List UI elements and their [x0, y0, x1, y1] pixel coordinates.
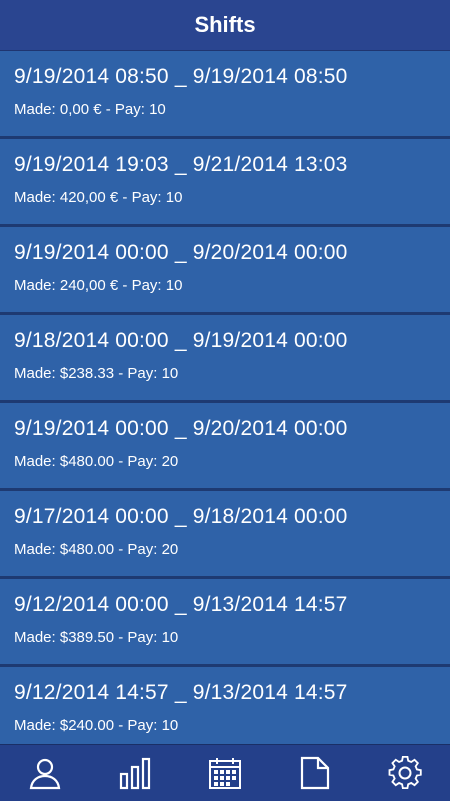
shift-list-item[interactable]: 9/19/2014 00:00 _ 9/20/2014 00:00 Made: … [0, 227, 450, 315]
gear-icon [388, 756, 422, 790]
document-icon [300, 756, 330, 790]
shift-earnings-summary: Made: $389.50 - Pay: 10 [14, 629, 179, 646]
shift-earnings-summary: Made: $480.00 - Pay: 20 [14, 453, 179, 470]
shift-list-item[interactable]: 9/12/2014 00:00 _ 9/13/2014 14:57 Made: … [0, 579, 450, 667]
shift-earnings-summary: Made: $238.33 - Pay: 10 [14, 365, 179, 382]
app-header: Shifts [0, 0, 450, 51]
shift-earnings-summary: Made: 0,00 € - Pay: 10 [14, 101, 166, 118]
shift-date-range: 9/18/2014 00:00 _ 9/19/2014 00:00 [14, 329, 348, 352]
shift-list[interactable]: 9/19/2014 08:50 _ 9/19/2014 08:50 Made: … [0, 51, 450, 744]
shift-earnings-summary: Made: $240.00 - Pay: 10 [14, 717, 179, 734]
calendar-icon [209, 758, 241, 789]
bar-chart-icon [119, 757, 151, 790]
shift-list-item[interactable]: 9/19/2014 00:00 _ 9/20/2014 00:00 Made: … [0, 403, 450, 491]
tab-calendar[interactable] [200, 748, 250, 798]
profile-icon [29, 758, 61, 790]
shift-date-range: 9/19/2014 08:50 _ 9/19/2014 08:50 [14, 65, 348, 88]
shift-list-item[interactable]: 9/19/2014 19:03 _ 9/21/2014 13:03 Made: … [0, 139, 450, 227]
tab-statistics[interactable] [110, 748, 160, 798]
shift-earnings-summary: Made: 240,00 € - Pay: 10 [14, 277, 183, 294]
shift-earnings-summary: Made: $480.00 - Pay: 20 [14, 541, 179, 558]
shift-date-range: 9/19/2014 00:00 _ 9/20/2014 00:00 [14, 241, 348, 264]
shift-list-item[interactable]: 9/19/2014 08:50 _ 9/19/2014 08:50 Made: … [0, 51, 450, 139]
tab-profile[interactable] [20, 748, 70, 798]
tab-reports[interactable] [290, 748, 340, 798]
shift-date-range: 9/19/2014 19:03 _ 9/21/2014 13:03 [14, 153, 348, 176]
shift-date-range: 9/12/2014 14:57 _ 9/13/2014 14:57 [14, 681, 348, 704]
shift-date-range: 9/19/2014 00:00 _ 9/20/2014 00:00 [14, 417, 348, 440]
bottom-tab-bar [0, 744, 450, 801]
shift-earnings-summary: Made: 420,00 € - Pay: 10 [14, 189, 183, 206]
tab-settings[interactable] [380, 748, 430, 798]
page-title: Shifts [194, 12, 256, 37]
shift-list-item[interactable]: 9/18/2014 00:00 _ 9/19/2014 00:00 Made: … [0, 315, 450, 403]
shift-list-item[interactable]: 9/17/2014 00:00 _ 9/18/2014 00:00 Made: … [0, 491, 450, 579]
shift-date-range: 9/12/2014 00:00 _ 9/13/2014 14:57 [14, 593, 348, 616]
shift-date-range: 9/17/2014 00:00 _ 9/18/2014 00:00 [14, 505, 348, 528]
shift-list-item[interactable]: 9/12/2014 14:57 _ 9/13/2014 14:57 Made: … [0, 667, 450, 744]
